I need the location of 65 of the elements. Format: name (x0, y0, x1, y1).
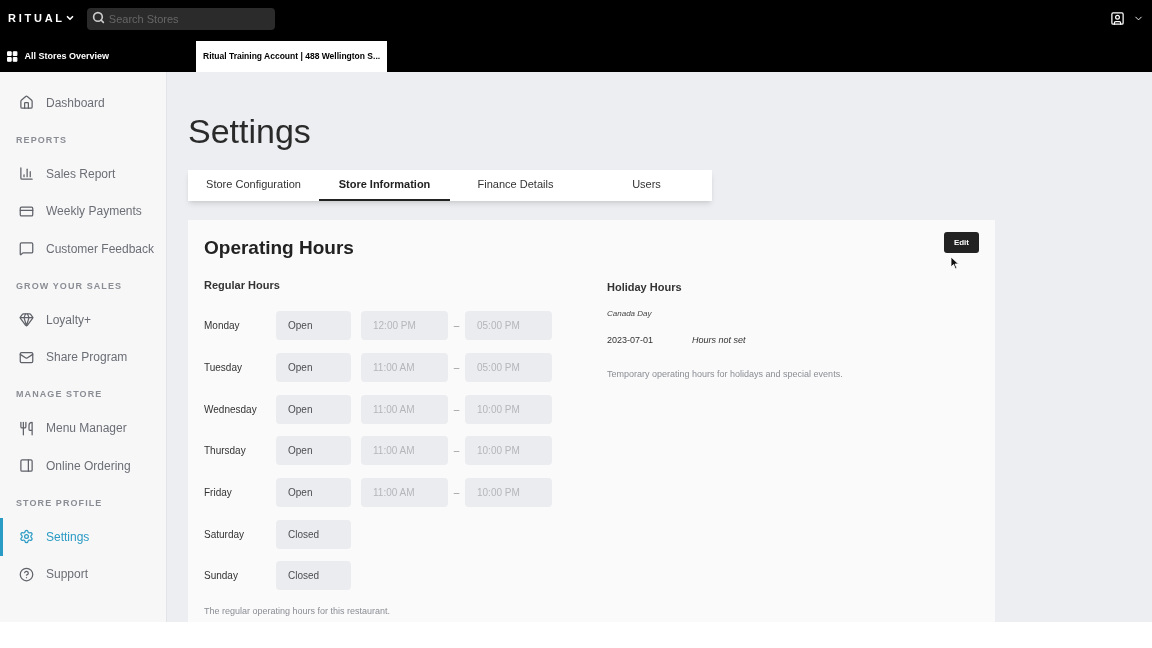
edit-button[interactable]: Edit (943, 232, 979, 253)
hint-text: Temporary operating hours for holidays and special events. (607, 368, 844, 381)
nav-icon (19, 458, 34, 474)
dash-separator: – (452, 486, 461, 501)
dash-separator: – (452, 402, 461, 417)
search-field[interactable]: Search Stores (86, 8, 275, 30)
sidebar-item[interactable]: Dashboard (0, 84, 166, 122)
chevron-icon[interactable] (64, 13, 75, 23)
day-label: Thursday (204, 444, 247, 459)
store-tab[interactable]: Ritual Training Account | 488 Wellington S... (196, 41, 388, 72)
time-field[interactable]: Open (276, 436, 351, 466)
section-title: Holiday Hours (607, 280, 683, 295)
sidebar-item[interactable]: Customer Feedback (0, 230, 166, 268)
user-icon[interactable] (1110, 10, 1125, 26)
section-heading: STORE PROFILE (15, 496, 104, 510)
nav-icon (19, 241, 34, 257)
sidebar-item[interactable]: Support (0, 555, 166, 593)
time-field[interactable]: Open (276, 353, 351, 383)
settings-tab[interactable]: Store Information (319, 170, 450, 201)
sidebar-item[interactable]: Sales Report (0, 155, 166, 193)
day-label: Sunday (204, 569, 239, 584)
dash-separator: – (452, 361, 461, 376)
hint-text: The regular operating hours for this restaurant. (204, 604, 392, 618)
sidebar-item[interactable]: Online Ordering (0, 447, 166, 485)
settings-tab[interactable]: Store Configuration (188, 170, 319, 201)
time-field[interactable]: Open (276, 394, 351, 424)
nav-icon (19, 566, 34, 582)
settings-tab[interactable]: Finance Details (450, 170, 581, 201)
logo: RITUAL (8, 10, 65, 26)
page-title: Settings (188, 114, 312, 152)
time-field[interactable]: Closed (276, 561, 351, 591)
nav-icon (19, 95, 34, 111)
nav-icon (19, 420, 34, 436)
day-label: Monday (204, 319, 241, 334)
store-tab[interactable]: All Stores Overview (0, 41, 115, 72)
section-title: Regular Hours (204, 277, 281, 293)
search-icon (91, 10, 105, 24)
holiday-hours: Hours not set (692, 333, 746, 347)
time-field[interactable]: Closed (276, 519, 351, 549)
nav-icon (19, 529, 34, 545)
nav-icon (19, 166, 34, 182)
sidebar-item[interactable]: Menu Manager (0, 409, 166, 447)
nav-icon (19, 312, 34, 328)
settings-tab[interactable]: Users (581, 170, 712, 201)
day-label: Saturday (204, 527, 246, 542)
holiday-date: 2023-07-01 (607, 333, 655, 347)
nav-icon (19, 203, 34, 219)
nav-icon (19, 349, 34, 365)
sidebar-item[interactable]: Loyalty+ (0, 301, 166, 339)
dash-separator: – (452, 444, 461, 459)
sidebar-item[interactable]: Weekly Payments (0, 192, 166, 230)
day-label: Wednesday (204, 402, 258, 417)
card-title: Operating Hours (204, 236, 355, 260)
section-heading: REPORTS (15, 133, 69, 147)
dash-separator: – (452, 319, 461, 334)
day-label: Friday (204, 486, 233, 501)
section-heading: GROW YOUR SALES (15, 279, 124, 293)
sidebar-item[interactable]: Share Program (0, 338, 166, 376)
time-field[interactable]: Open (276, 478, 351, 508)
section-heading: MANAGE STORE (15, 388, 104, 401)
time-field[interactable]: Open (276, 311, 351, 341)
holiday-name: Canada Day (607, 307, 653, 320)
grid-icon (6, 50, 19, 63)
cursor-icon (950, 256, 960, 270)
day-label: Tuesday (204, 361, 243, 376)
